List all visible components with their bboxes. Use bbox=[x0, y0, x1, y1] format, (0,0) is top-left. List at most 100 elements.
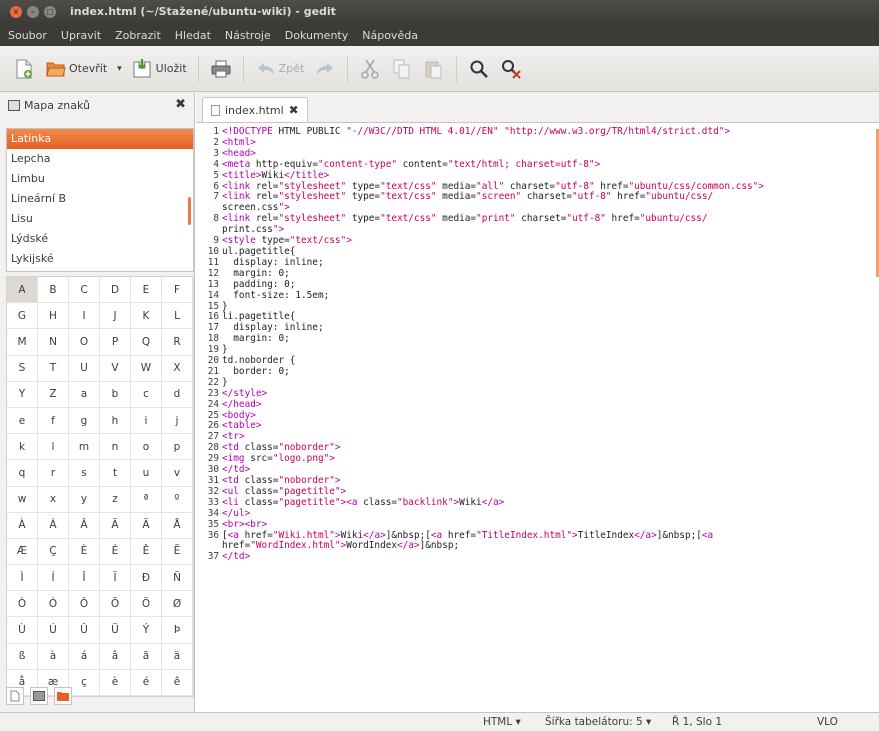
folder-tab-icon[interactable] bbox=[54, 687, 72, 705]
char-cell[interactable]: K bbox=[131, 303, 162, 330]
code-line[interactable]: 23 </style> bbox=[200, 388, 874, 400]
menu-upravit[interactable]: Upravit bbox=[61, 29, 101, 42]
search-button[interactable] bbox=[463, 53, 495, 85]
char-cell[interactable]: V bbox=[100, 355, 131, 382]
script-item[interactable]: Lykijské bbox=[7, 249, 193, 269]
char-cell[interactable]: Ã bbox=[100, 512, 131, 539]
code-line[interactable]: 7 <link rel="stylesheet" type="text/css" … bbox=[200, 191, 874, 203]
char-cell[interactable]: Ç bbox=[38, 538, 69, 566]
code-line[interactable]: 25 <body> bbox=[200, 410, 874, 422]
undo-button[interactable]: Zpět bbox=[250, 53, 310, 85]
char-cell[interactable]: Ý bbox=[131, 617, 162, 644]
code-line[interactable]: 20 td.noborder { bbox=[200, 355, 874, 367]
char-cell[interactable]: I bbox=[69, 303, 100, 330]
char-cell[interactable]: Ü bbox=[100, 617, 131, 644]
char-cell[interactable]: Ð bbox=[131, 565, 162, 592]
code-view[interactable]: 1 <!DOCTYPE HTML PUBLIC "-//W3C//DTD HTML… bbox=[200, 126, 874, 563]
char-cell[interactable]: x bbox=[38, 486, 69, 513]
char-cell[interactable]: m bbox=[69, 434, 100, 461]
char-cell[interactable]: k bbox=[7, 434, 38, 461]
close-icon[interactable]: ✖ bbox=[175, 97, 186, 112]
char-cell[interactable]: S bbox=[7, 355, 38, 382]
char-cell[interactable]: j bbox=[162, 407, 193, 435]
script-item[interactable]: Latinka bbox=[7, 129, 193, 149]
char-cell[interactable]: o bbox=[131, 434, 162, 461]
menu-dokumenty[interactable]: Dokumenty bbox=[285, 29, 348, 42]
char-cell[interactable]: è bbox=[100, 669, 131, 696]
char-cell[interactable]: i bbox=[131, 407, 162, 435]
char-cell[interactable]: Õ bbox=[100, 591, 131, 618]
code-line[interactable]: 37 </td> bbox=[200, 551, 874, 563]
char-cell[interactable]: v bbox=[162, 460, 193, 487]
char-cell[interactable]: O bbox=[69, 329, 100, 356]
char-cell[interactable]: A bbox=[7, 277, 38, 304]
paste-button[interactable] bbox=[418, 53, 450, 85]
tab-width-selector[interactable]: Šířka tabelátoru: 5 ▾ bbox=[545, 716, 651, 728]
char-cell[interactable]: L bbox=[162, 303, 193, 330]
char-cell[interactable]: Z bbox=[38, 381, 69, 408]
char-cell[interactable]: U bbox=[69, 355, 100, 382]
char-cell[interactable]: ã bbox=[131, 643, 162, 670]
char-cell[interactable]: Ä bbox=[131, 512, 162, 539]
character-map-tab-icon[interactable] bbox=[30, 687, 48, 705]
save-button[interactable]: Uložit bbox=[127, 53, 192, 85]
code-line[interactable]: 18 margin: 0; bbox=[200, 333, 874, 345]
code-line[interactable]: 17 display: inline; bbox=[200, 322, 874, 334]
char-cell[interactable]: d bbox=[162, 381, 193, 408]
open-dropdown[interactable]: ▾ bbox=[112, 53, 127, 85]
cut-button[interactable] bbox=[354, 53, 386, 85]
code-line[interactable]: 21 border: 0; bbox=[200, 366, 874, 378]
char-cell[interactable]: Û bbox=[69, 617, 100, 644]
char-cell[interactable]: T bbox=[38, 355, 69, 382]
char-cell[interactable]: w bbox=[7, 486, 38, 513]
char-cell[interactable]: s bbox=[69, 460, 100, 487]
char-cell[interactable]: B bbox=[38, 277, 69, 304]
code-line[interactable]: 33 <li class="pagetitle"><a class="backli… bbox=[200, 497, 874, 509]
code-line[interactable]: 9 <style type="text/css"> bbox=[200, 235, 874, 247]
char-cell[interactable]: R bbox=[162, 329, 193, 356]
code-line[interactable]: 1 <!DOCTYPE HTML PUBLIC "-//W3C//DTD HTML… bbox=[200, 126, 874, 138]
language-selector[interactable]: HTML ▾ bbox=[483, 716, 521, 728]
char-cell[interactable]: f bbox=[38, 407, 69, 435]
code-line[interactable]: 2 <html> bbox=[200, 137, 874, 149]
char-cell[interactable]: F bbox=[162, 277, 193, 304]
char-cell[interactable]: H bbox=[38, 303, 69, 330]
char-cell[interactable]: W bbox=[131, 355, 162, 382]
char-cell[interactable]: M bbox=[7, 329, 38, 356]
char-cell[interactable]: z bbox=[100, 486, 131, 513]
char-cell[interactable]: Ì bbox=[7, 565, 38, 592]
char-cell[interactable]: Ò bbox=[7, 591, 38, 618]
script-item[interactable]: Limbu bbox=[7, 169, 193, 189]
code-line[interactable]: 8 <link rel="stylesheet" type="text/css" … bbox=[200, 213, 874, 225]
char-cell[interactable]: P bbox=[100, 329, 131, 356]
char-cell[interactable]: b bbox=[100, 381, 131, 408]
char-cell[interactable]: Í bbox=[38, 565, 69, 592]
char-cell[interactable]: h bbox=[100, 407, 131, 435]
code-line[interactable]: 19} bbox=[200, 344, 874, 356]
copy-button[interactable] bbox=[386, 53, 418, 85]
char-cell[interactable]: Î bbox=[69, 565, 100, 592]
char-cell[interactable]: Ñ bbox=[162, 565, 193, 592]
text-editor[interactable]: 1 <!DOCTYPE HTML PUBLIC "-//W3C//DTD HTML… bbox=[196, 122, 879, 712]
char-cell[interactable]: n bbox=[100, 434, 131, 461]
char-cell[interactable]: ä bbox=[162, 643, 193, 670]
menu-zobrazit[interactable]: Zobrazit bbox=[115, 29, 161, 42]
script-item[interactable]: Lepcha bbox=[7, 149, 193, 169]
script-item[interactable]: Lisu bbox=[7, 209, 193, 229]
script-item[interactable]: Lýdské bbox=[7, 229, 193, 249]
menu-nastroje[interactable]: Nástroje bbox=[225, 29, 271, 42]
char-cell[interactable]: c bbox=[131, 381, 162, 408]
menu-napoveda[interactable]: Nápověda bbox=[362, 29, 418, 42]
code-line[interactable]: 24 </head> bbox=[200, 399, 874, 411]
char-cell[interactable]: J bbox=[100, 303, 131, 330]
char-cell[interactable]: Ø bbox=[162, 591, 193, 618]
char-cell[interactable]: X bbox=[162, 355, 193, 382]
char-cell[interactable]: Ï bbox=[100, 565, 131, 592]
char-cell[interactable]: Ö bbox=[131, 591, 162, 618]
char-cell[interactable]: ß bbox=[7, 643, 38, 670]
char-cell[interactable]: ª bbox=[131, 486, 162, 513]
print-button[interactable] bbox=[205, 53, 237, 85]
char-cell[interactable]: é bbox=[131, 669, 162, 696]
char-cell[interactable]: q bbox=[7, 460, 38, 487]
char-cell[interactable]: Q bbox=[131, 329, 162, 356]
